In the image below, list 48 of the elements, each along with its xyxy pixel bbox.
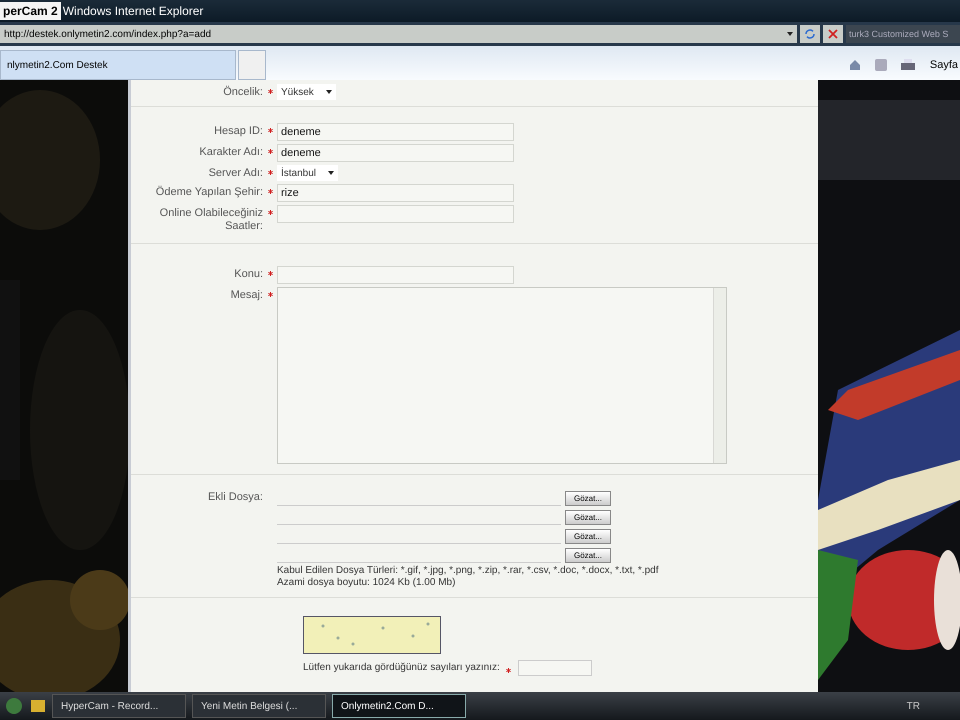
window-title: Windows Internet Explorer <box>62 4 204 18</box>
caret-icon <box>787 32 793 36</box>
taskbar-button[interactable]: Onlymetin2.Com D... <box>332 694 466 718</box>
field-label: Mesaj: <box>230 288 263 302</box>
input-field[interactable]: rize <box>277 184 514 202</box>
max-size-text: Azami dosya boyutu: 1024 Kb (1.00 Mb) <box>277 577 456 589</box>
dropdown[interactable]: Yüksek <box>277 84 336 100</box>
taskbar-button[interactable]: HyperCam - Record... <box>52 694 186 718</box>
input-field[interactable] <box>277 266 514 284</box>
field-label: Server Adı: <box>208 166 263 180</box>
field-label: Konu: <box>233 267 263 281</box>
browse-button[interactable]: Gözat... <box>565 548 611 563</box>
browser-tab[interactable]: nlymetin2.Com Destek <box>0 50 236 80</box>
field-label: Öncelik: <box>222 84 263 99</box>
field-label: Karakter Adı: <box>198 145 263 159</box>
search-field[interactable]: turk3 Customized Web S <box>846 25 960 43</box>
captcha-field[interactable] <box>518 660 592 676</box>
caret-icon <box>328 171 334 175</box>
desktop-icon[interactable] <box>30 698 46 714</box>
caret-icon <box>326 90 332 94</box>
input-field[interactable]: deneme <box>277 144 514 162</box>
field-label: Online Olabileceğiniz Saatler: <box>158 206 263 233</box>
browse-button[interactable]: Gözat... <box>565 510 611 525</box>
input-field[interactable] <box>277 205 514 223</box>
address-field[interactable]: http://destek.onlymetin2.com/index.php?a=add <box>0 25 797 43</box>
browse-button[interactable]: Gözat... <box>565 491 611 506</box>
scrollbar[interactable] <box>713 288 726 463</box>
field-label: Ödeme Yapılan Şehir: <box>154 184 263 199</box>
language-indicator[interactable]: TR <box>906 700 960 712</box>
message-field[interactable] <box>277 287 727 464</box>
refresh-button[interactable] <box>800 25 820 43</box>
browser-tab[interactable] <box>238 50 266 80</box>
accepted-types-text: Kabul Edilen Dosya Türleri: *.gif, *.jpg, *.png, *.zip, *.rar, *.csv, *.doc, *.docx, *.txt, *.pdf <box>277 565 658 577</box>
overlay-label: perCam 2 <box>0 2 61 20</box>
page-menu[interactable]: Sayfa <box>928 59 960 71</box>
field-label: Ekli Dosya: <box>206 490 263 504</box>
start-icon[interactable] <box>4 697 24 715</box>
captcha-prompt: Lütfen yukarıda gördüğünüz sayıları yazınız: <box>303 662 500 674</box>
dropdown[interactable]: İstanbul <box>277 165 338 181</box>
stop-button[interactable] <box>823 25 843 43</box>
field-label: Hesap ID: <box>213 124 263 138</box>
browse-button[interactable]: Gözat... <box>565 529 611 544</box>
refresh-icon <box>804 28 816 40</box>
input-field[interactable]: deneme <box>277 123 514 141</box>
printer-icon[interactable] <box>900 58 916 72</box>
home-icon[interactable] <box>848 58 862 72</box>
taskbar-button[interactable]: Yeni Metin Belgesi (... <box>192 694 326 718</box>
close-icon <box>828 29 838 39</box>
